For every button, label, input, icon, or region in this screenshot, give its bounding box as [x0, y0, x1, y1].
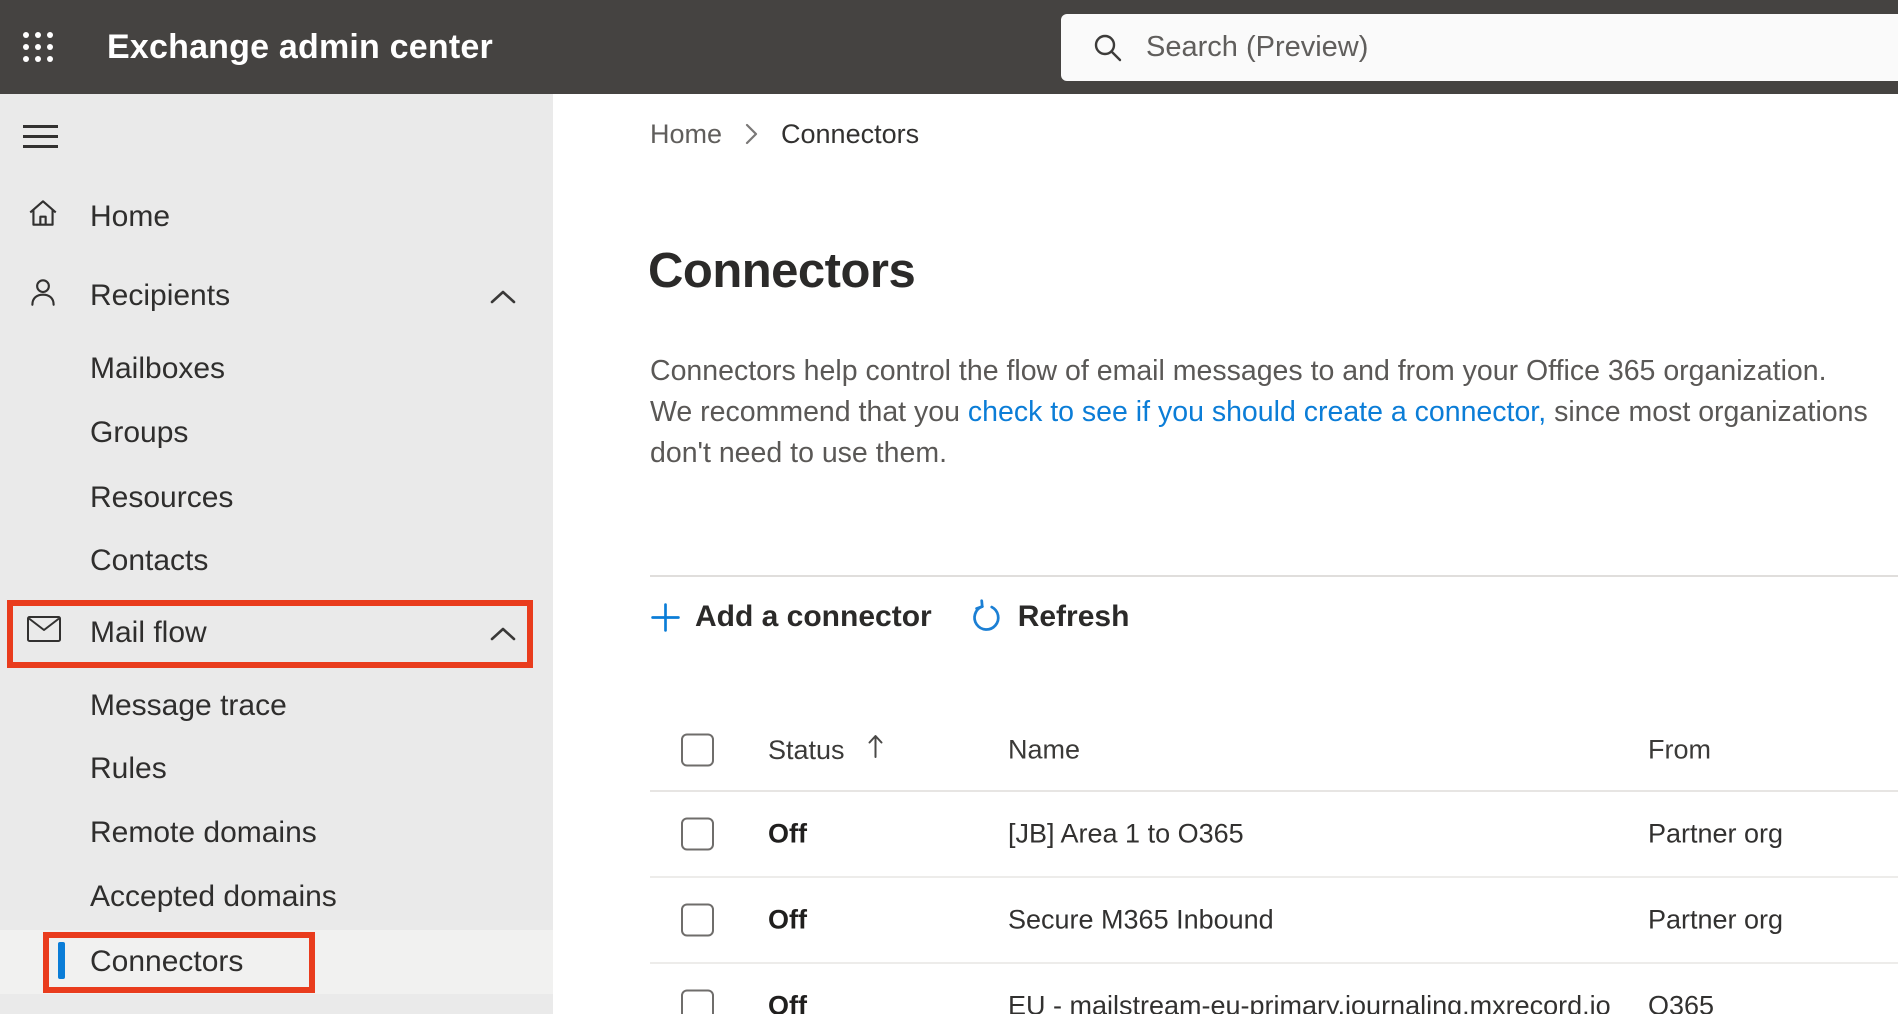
select-row-checkbox[interactable]	[681, 817, 714, 851]
sidebar-item-mail-flow[interactable]: Mail flow	[0, 601, 553, 665]
mail-icon	[26, 615, 62, 651]
connector-status: Off	[768, 904, 807, 935]
refresh-icon	[970, 599, 1004, 635]
create-connector-check-link[interactable]: check to see if you should create a conn…	[968, 396, 1546, 428]
sidebar-item-groups[interactable]: Groups	[0, 401, 553, 465]
sidebar-item-accepted-domains[interactable]: Accepted domains	[0, 865, 553, 929]
column-header-from[interactable]: From	[1648, 735, 1711, 766]
sidebar-item-message-trace[interactable]: Message trace	[0, 674, 553, 738]
table-row[interactable]: Off Secure M365 Inbound Partner org	[650, 878, 1898, 964]
sidebar-item-rules[interactable]: Rules	[0, 737, 553, 801]
refresh-button[interactable]: Refresh	[970, 599, 1130, 635]
refresh-label: Refresh	[1017, 600, 1130, 633]
command-bar: Add a connector Refresh	[650, 590, 1129, 644]
page-description: Connectors help control the flow of emai…	[650, 351, 1875, 474]
sort-ascending-icon[interactable]	[867, 733, 884, 767]
app-launcher-icon[interactable]	[20, 29, 56, 65]
sidebar-item-label: Home	[90, 200, 171, 233]
chevron-right-icon	[744, 122, 759, 146]
sidebar-item-label: Recipients	[90, 279, 231, 312]
breadcrumb-current: Connectors	[781, 118, 920, 149]
column-header-status[interactable]: Status	[768, 735, 845, 766]
table-header-row: Status Name From	[650, 710, 1898, 792]
connectors-table: Status Name From Off [JB] Area 1 to O365…	[650, 710, 1898, 1014]
sidebar-item-home[interactable]: Home	[0, 185, 553, 249]
top-app-bar: Exchange admin center	[0, 0, 1898, 94]
connector-name[interactable]: Secure M365 Inbound	[1008, 905, 1274, 936]
sidebar-item-contacts[interactable]: Contacts	[0, 529, 553, 593]
chevron-up-icon[interactable]	[489, 279, 517, 313]
table-row[interactable]: Off EU - mailstream-eu-primary.journalin…	[650, 964, 1898, 1014]
connector-name[interactable]: EU - mailstream-eu-primary.journaling.mx…	[1008, 991, 1611, 1014]
connector-from: Partner org	[1648, 904, 1784, 935]
add-connector-label: Add a connector	[695, 600, 932, 633]
sidebar-item-label: Remote domains	[90, 816, 317, 849]
person-icon	[26, 275, 60, 317]
column-header-name[interactable]: Name	[1008, 735, 1080, 766]
sidebar-item-label: Mailboxes	[90, 352, 226, 385]
add-connector-button[interactable]: Add a connector	[650, 600, 932, 634]
sidebar-item-remote-domains[interactable]: Remote domains	[0, 801, 553, 865]
breadcrumb-home-link[interactable]: Home	[650, 119, 722, 150]
sidebar-item-connectors[interactable]: Connectors	[0, 930, 553, 994]
breadcrumb: Home Connectors	[650, 116, 919, 152]
connector-from: O365	[1648, 990, 1715, 1014]
connector-status: Off	[768, 818, 807, 849]
page-title: Connectors	[648, 244, 916, 298]
sidebar-item-resources[interactable]: Resources	[0, 466, 553, 530]
sidebar-item-label: Resources	[90, 481, 234, 514]
sidebar-item-label: Contacts	[90, 544, 209, 577]
search-icon	[1091, 31, 1125, 70]
nav-collapse-icon[interactable]	[23, 125, 58, 148]
connector-from: Partner org	[1648, 818, 1784, 849]
main-content: Home Connectors Connectors Connectors he…	[553, 94, 1898, 1014]
left-navigation: Home Recipients Mailboxes Groups Resourc…	[0, 94, 553, 1014]
select-row-checkbox[interactable]	[681, 903, 714, 937]
select-all-checkbox[interactable]	[681, 733, 714, 767]
sidebar-item-label: Groups	[90, 416, 189, 449]
selected-item-accent-bar	[58, 942, 65, 979]
toolbar-divider	[650, 575, 1898, 577]
sidebar-item-mailboxes[interactable]: Mailboxes	[0, 337, 553, 401]
chevron-up-icon[interactable]	[489, 616, 517, 650]
table-row[interactable]: Off [JB] Area 1 to O365 Partner org	[650, 792, 1898, 878]
plus-icon	[650, 602, 681, 633]
app-title: Exchange admin center	[107, 27, 493, 66]
search-input[interactable]	[1146, 14, 1846, 81]
sidebar-item-recipients[interactable]: Recipients	[0, 264, 553, 328]
sidebar-item-label: Accepted domains	[90, 880, 337, 913]
sidebar-item-label: Rules	[90, 752, 167, 785]
home-icon	[26, 196, 60, 238]
sidebar-item-label: Connectors	[90, 945, 244, 978]
sidebar-item-label: Mail flow	[90, 616, 207, 649]
connector-status: Off	[768, 990, 807, 1014]
select-row-checkbox[interactable]	[681, 989, 714, 1014]
search-box[interactable]	[1061, 14, 1898, 81]
sidebar-item-label: Message trace	[90, 689, 287, 722]
connector-name[interactable]: [JB] Area 1 to O365	[1008, 819, 1244, 850]
